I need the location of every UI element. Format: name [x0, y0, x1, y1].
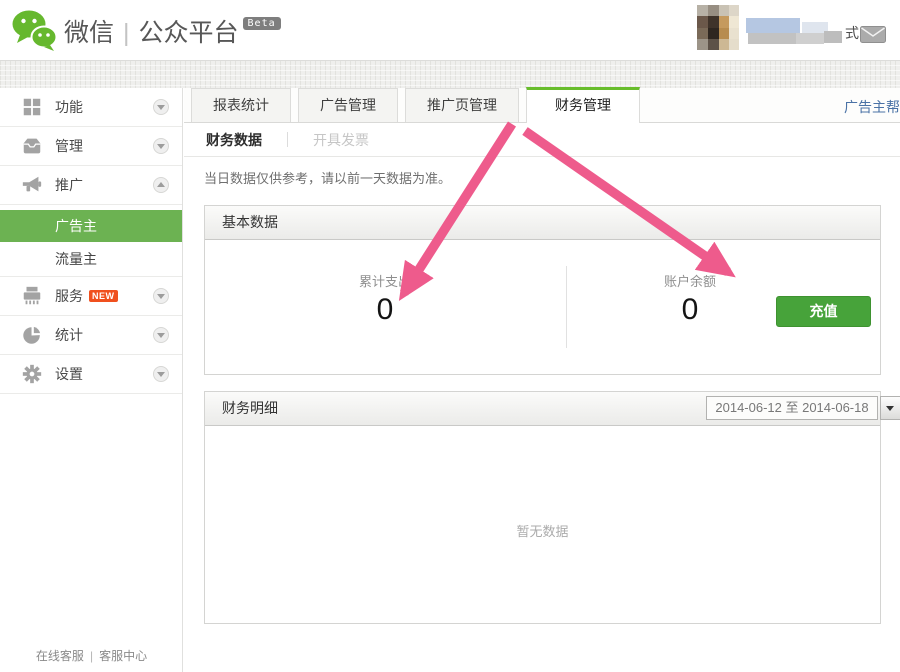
censored-username — [746, 12, 842, 49]
finance-detail-panel-title: 财务明细 — [222, 400, 278, 416]
tab-report-statistics[interactable]: 报表统计 — [191, 88, 291, 122]
sidebar-subitem-traffic-owner[interactable]: 流量主 — [0, 243, 182, 275]
subtab-divider — [287, 132, 288, 147]
tab-bar: 报表统计 广告管理 推广页管理 财务管理 广告主帮助 — [184, 88, 900, 123]
account-balance-value: 0 — [583, 293, 797, 327]
chevron-down-icon[interactable] — [153, 99, 169, 115]
gear-icon — [21, 363, 43, 385]
sidebar-item-label: 推广 — [55, 175, 83, 195]
megaphone-icon — [21, 174, 43, 196]
basic-data-panel: 基本数据 累计支出 0 账户余额 0 充值 — [204, 205, 881, 375]
sidebar-item-label: 功能 — [55, 97, 83, 117]
finance-detail-panel-header: 财务明细 2014-06-12 至 2014-06-18 — [205, 392, 880, 426]
pie-chart-icon — [21, 324, 43, 346]
main-content: 报表统计 广告管理 推广页管理 财务管理 广告主帮助 财务数据 开具发票 当日数… — [184, 88, 900, 672]
sidebar-item-statistics[interactable]: 统计 — [0, 316, 182, 355]
empty-state-text: 暂无数据 — [205, 426, 880, 540]
chevron-down-icon[interactable] — [153, 366, 169, 382]
inbox-icon — [21, 135, 43, 157]
chevron-down-icon[interactable] — [153, 288, 169, 304]
sidebar-item-label: 管理 — [55, 136, 83, 156]
sidebar-item-label: 统计 — [55, 325, 83, 345]
account-balance-stat: 账户余额 0 — [583, 271, 797, 327]
envelope-icon[interactable] — [860, 26, 886, 48]
recharge-button[interactable]: 充值 — [776, 296, 871, 327]
subtab-invoice[interactable]: 开具发票 — [313, 123, 369, 157]
dropdown-arrow-button[interactable] — [880, 396, 900, 420]
beta-badge: Beta — [243, 17, 281, 30]
cumulative-spend-label: 累计支出 — [205, 271, 565, 290]
advertiser-help-link[interactable]: 广告主帮助 — [844, 97, 900, 117]
sidebar-item-label: 设置 — [55, 364, 83, 384]
sidebar-item-service[interactable]: 服务 NEW — [0, 277, 182, 316]
user-text: 式 — [845, 23, 859, 43]
basic-data-stats: 累计支出 0 账户余额 0 充值 — [205, 240, 880, 375]
tab-promo-page-management[interactable]: 推广页管理 — [405, 88, 519, 122]
online-service-link[interactable]: 在线客服 — [36, 649, 84, 663]
sub-tab-bar: 财务数据 开具发票 — [184, 123, 900, 157]
finance-detail-panel: 财务明细 2014-06-12 至 2014-06-18 暂无数据 — [204, 391, 881, 624]
chevron-down-icon[interactable] — [153, 138, 169, 154]
sidebar-footer: 在线客服 | 客服中心 — [0, 647, 183, 664]
tab-finance-management[interactable]: 财务管理 — [526, 87, 640, 123]
chevron-up-icon[interactable] — [153, 177, 169, 193]
header: 微信 | 公众平台 Beta 式 — [0, 0, 900, 61]
brand-divider: | — [123, 19, 130, 47]
stat-divider — [566, 266, 567, 348]
sidebar-item-features[interactable]: 功能 — [0, 88, 182, 127]
account-balance-label: 账户余额 — [583, 271, 797, 290]
sidebar-item-settings[interactable]: 设置 — [0, 355, 182, 394]
wechat-logo-icon — [11, 8, 57, 57]
sidebar-item-promotion[interactable]: 推广 — [0, 166, 182, 205]
chevron-down-icon[interactable] — [153, 327, 169, 343]
sidebar-subitem-advertiser[interactable]: 广告主 — [0, 210, 182, 242]
subtab-finance-data[interactable]: 财务数据 — [206, 123, 262, 157]
grid-icon — [21, 96, 43, 118]
sidebar-item-label: 服务 — [55, 286, 83, 306]
censored-avatar — [697, 5, 739, 55]
date-range-control: 2014-06-12 至 2014-06-18 — [706, 396, 900, 420]
sidebar-submenu: 广告主 流量主 — [0, 205, 182, 277]
service-center-link[interactable]: 客服中心 — [99, 649, 147, 663]
page-title: 微信 | 公众平台 Beta — [64, 13, 281, 49]
cumulative-spend-stat: 累计支出 0 — [205, 271, 565, 327]
tab-ad-management[interactable]: 广告管理 — [298, 88, 398, 122]
data-notice-text: 当日数据仅供参考，请以前一天数据为准。 — [204, 168, 451, 187]
date-range-select[interactable]: 2014-06-12 至 2014-06-18 — [706, 396, 878, 420]
sidebar-item-management[interactable]: 管理 — [0, 127, 182, 166]
printer-icon — [21, 285, 43, 307]
cumulative-spend-value: 0 — [205, 293, 565, 327]
brand-name: 微信 — [64, 19, 114, 47]
basic-data-panel-title: 基本数据 — [205, 206, 880, 240]
background-texture-band — [0, 61, 900, 88]
product-name: 公众平台 — [139, 19, 239, 47]
new-badge: NEW — [89, 290, 118, 302]
footer-divider: | — [90, 649, 93, 663]
sidebar: 功能 管理 推广 广告主 流量主 — [0, 88, 183, 672]
